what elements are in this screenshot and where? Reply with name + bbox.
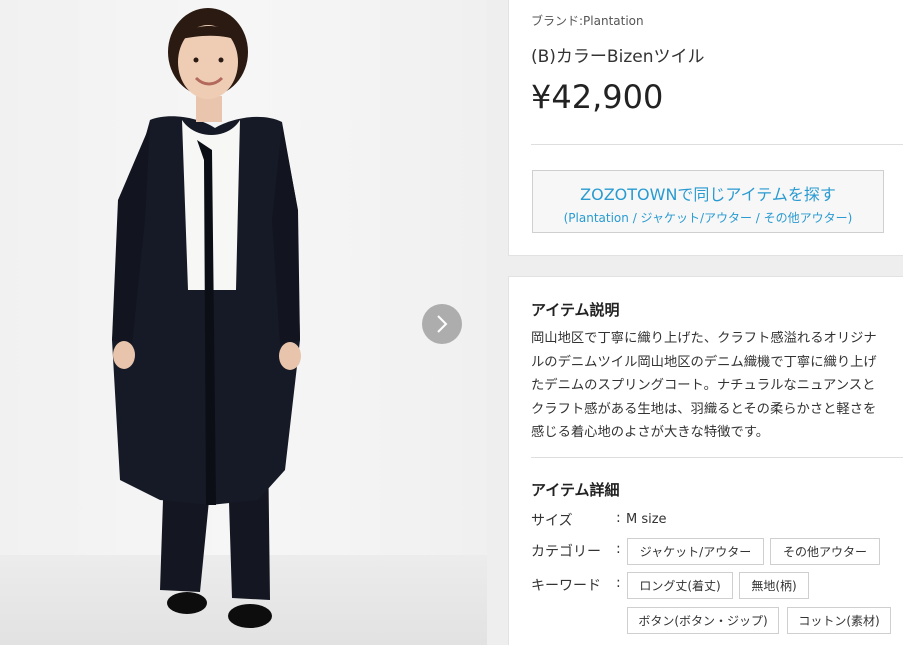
- category-tag[interactable]: ジャケット/アウター: [627, 538, 764, 565]
- description-line: 感じる着心地のよさが大きな特徴です。: [531, 425, 770, 440]
- next-image-button[interactable]: [422, 304, 462, 344]
- zozotown-search-sublabel: (Plantation / ジャケット/アウター / その他アウター): [563, 211, 853, 225]
- keyword-colon: :: [616, 575, 621, 591]
- zozotown-search-button[interactable]: ZOZOTOWNで同じアイテムを探す (Plantation / ジャケット/ア…: [532, 170, 884, 233]
- zozotown-search-label: ZOZOTOWNで同じアイテムを探す: [580, 185, 836, 204]
- keyword-tag[interactable]: 無地(柄): [739, 572, 809, 599]
- keyword-tag[interactable]: ロング丈(着丈): [627, 572, 733, 599]
- category-label: カテゴリー: [531, 544, 601, 560]
- size-colon: :: [616, 510, 621, 526]
- description-line: クラフト感がある生地は、羽織るとその柔らかさと軽さを: [531, 401, 877, 417]
- brand-label: ブランド:: [531, 14, 584, 28]
- description-line: たデニムのスプリングコート。ナチュラルなニュアンスと: [531, 378, 876, 393]
- product-photo: [0, 0, 487, 645]
- description-text: 岡山地区で丁寧に織り上げた、クラフト感溢れるオリジナ ルのデニムツイル岡山地区の…: [531, 327, 903, 445]
- category-tag[interactable]: その他アウター: [770, 538, 880, 565]
- product-title: (B)カラーBizenツイル: [531, 47, 705, 67]
- product-price: ¥42,900: [531, 78, 664, 116]
- keyword-tag[interactable]: ボタン(ボタン・ジップ): [627, 607, 779, 634]
- chevron-right-icon: [437, 315, 448, 333]
- keyword-tag[interactable]: コットン(素材): [787, 607, 891, 634]
- description-line: 岡山地区で丁寧に織り上げた、クラフト感溢れるオリジナ: [531, 331, 877, 346]
- description-heading: アイテム説明: [531, 301, 620, 319]
- brand-line: ブランド:Plantation: [531, 12, 644, 29]
- product-info-card: アイテム説明 岡山地区で丁寧に織り上げた、クラフト感溢れるオリジナ ルのデニムツ…: [508, 276, 903, 645]
- size-value: M size: [626, 512, 667, 527]
- keyword-label: キーワード: [531, 578, 601, 594]
- details-heading: アイテム詳細: [531, 481, 620, 499]
- size-label: サイズ: [531, 513, 573, 529]
- divider: [531, 457, 903, 458]
- product-page: ブランド:Plantation (B)カラーBizenツイル ¥42,900 Z…: [0, 0, 903, 645]
- model-illustration: [112, 8, 301, 628]
- description-line: ルのデニムツイル岡山地区のデニム織機で丁寧に織り上げ: [531, 354, 877, 370]
- brand-name: Plantation: [583, 14, 644, 28]
- category-colon: :: [616, 541, 621, 557]
- product-summary-card: ブランド:Plantation (B)カラーBizenツイル ¥42,900 Z…: [508, 0, 903, 256]
- divider: [531, 144, 903, 145]
